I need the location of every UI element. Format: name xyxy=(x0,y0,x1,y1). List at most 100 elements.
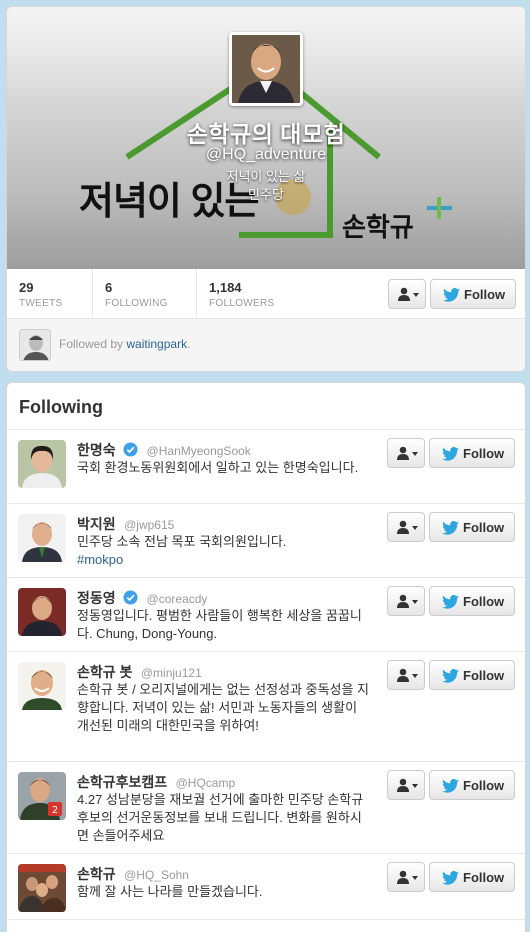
hashtag-link[interactable]: #mokpo xyxy=(77,551,369,569)
follow-button-label: Follow xyxy=(464,287,506,302)
caret-down-icon xyxy=(413,293,419,297)
twitter-bird-icon xyxy=(442,669,459,683)
user-handle[interactable]: @HQ_Sohn xyxy=(124,868,189,882)
followed-by-suffix: . xyxy=(187,337,191,351)
user-actions-button[interactable] xyxy=(387,660,425,690)
user-bio: 손학규 봇 / 오리지널에게는 없는 선정성과 중독성을 지향합니다. 저녁이 … xyxy=(77,682,370,733)
user-handle[interactable]: @HQcamp xyxy=(176,776,236,790)
user-bio: 함께 잘 사는 나라를 만들겠습니다. xyxy=(77,884,263,899)
stat-label: FOLLOWERS xyxy=(209,298,275,309)
stat-label: TWEETS xyxy=(19,298,63,309)
verified-badge-icon xyxy=(123,590,138,605)
user-actions-button[interactable] xyxy=(387,512,425,542)
follow-button[interactable]: Follow xyxy=(429,770,515,800)
user-avatar[interactable] xyxy=(18,440,66,488)
user-actions-button[interactable] xyxy=(388,279,426,309)
twitter-bird-icon xyxy=(442,447,459,461)
user-name-line: 손학규 봇 @minju121 xyxy=(77,662,202,682)
profile-bio: 저녁이 있는 삶 민주당 xyxy=(7,168,525,204)
twitter-bird-icon xyxy=(442,779,459,793)
user-row[interactable]: 손학규 봇 @minju121 손학규 봇 / 오리지널에게는 없는 선정성과 … xyxy=(7,652,525,762)
follow-button[interactable]: Follow xyxy=(429,512,515,542)
twitter-bird-icon xyxy=(442,521,459,535)
stat-followers[interactable]: 1,184 FOLLOWERS xyxy=(197,269,307,318)
user-handle[interactable]: @minju121 xyxy=(141,666,202,680)
caret-down-icon xyxy=(412,784,418,788)
user-avatar[interactable]: 2 xyxy=(18,772,66,820)
user-row[interactable]: 2 손학규후보캠프 @HQcamp 4.27 성남분당을 재보궐 선거에 출마한… xyxy=(7,762,525,854)
follow-button-label: Follow xyxy=(463,446,505,461)
user-name-line: 정동영 @coreacdy xyxy=(77,588,207,608)
user-actions-button[interactable] xyxy=(387,770,425,800)
user-icon xyxy=(397,594,409,608)
user-actions-button[interactable] xyxy=(387,862,425,892)
follow-button[interactable]: Follow xyxy=(429,660,515,690)
user-handle[interactable]: @coreacdy xyxy=(147,592,208,606)
user-row[interactable]: 손학규 @HQ_Sohn 함께 잘 사는 나라를 만들겠습니다. Follow xyxy=(7,854,525,920)
follow-button-label: Follow xyxy=(463,778,505,793)
caret-down-icon xyxy=(412,876,418,880)
profile-bio-line: 민주당 xyxy=(248,187,284,202)
follow-button[interactable]: Follow xyxy=(429,586,515,616)
follow-button[interactable]: Follow xyxy=(429,862,515,892)
user-bio-text: 민주당 소속 전남 목포 국회의원입니다. xyxy=(77,534,287,549)
follow-button-label: Follow xyxy=(463,520,505,535)
stat-label: FOLLOWING xyxy=(105,298,168,309)
followed-by-user-link[interactable]: waitingpark xyxy=(126,337,187,351)
following-list-card: Following 한명숙 @HanMyeongSook 국회 환경노동위원회에… xyxy=(6,382,526,932)
user-handle[interactable]: @jwp615 xyxy=(124,518,174,532)
user-avatar[interactable] xyxy=(18,588,66,636)
user-row[interactable]: 박지원 @jwp615 민주당 소속 전남 목포 국회의원입니다. #mokpo… xyxy=(7,504,525,578)
stat-value: 6 xyxy=(105,280,113,295)
caret-down-icon xyxy=(412,452,418,456)
followed-by-section: Followed by waitingpark. xyxy=(7,319,525,371)
user-row[interactable]: 한명숙 @HanMyeongSook 국회 환경노동위원회에서 일하고 있는 한… xyxy=(7,430,525,504)
user-name[interactable]: 정동영 xyxy=(77,590,116,606)
profile-card: 저녁이 있는 손학규 손학규의 대모험 @HQ_adventure 저녁이 있는… xyxy=(6,6,526,372)
user-avatar[interactable] xyxy=(18,514,66,562)
caret-down-icon xyxy=(412,674,418,678)
profile-handle[interactable]: @HQ_adventure xyxy=(7,146,525,164)
caret-down-icon xyxy=(412,600,418,604)
user-name[interactable]: 박지원 xyxy=(77,516,116,532)
user-icon xyxy=(397,668,409,682)
user-name[interactable]: 손학규후보캠프 xyxy=(77,774,167,790)
user-actions-button[interactable] xyxy=(387,586,425,616)
follower-avatar[interactable] xyxy=(19,329,51,361)
user-name[interactable]: 손학규 xyxy=(77,866,116,882)
user-handle[interactable]: @HanMyeongSook xyxy=(147,444,251,458)
following-title: Following xyxy=(19,397,103,417)
user-avatar[interactable] xyxy=(18,662,66,710)
svg-text:2: 2 xyxy=(52,805,58,816)
user-actions-button[interactable] xyxy=(387,438,425,468)
twitter-bird-icon xyxy=(443,288,460,302)
stat-value: 29 xyxy=(19,280,34,295)
followed-by-prefix: Followed by xyxy=(59,337,127,351)
profile-stats: 29 TWEETS 6 FOLLOWING 1,184 FOLLOWERS Fo… xyxy=(7,269,525,319)
user-icon xyxy=(397,778,409,792)
user-name[interactable]: 한명숙 xyxy=(77,442,116,458)
followed-by-text: Followed by waitingpark. xyxy=(59,337,190,351)
profile-header-banner: 저녁이 있는 손학규 손학규의 대모험 @HQ_adventure 저녁이 있는… xyxy=(7,7,525,269)
profile-name: 손학규의 대모험 xyxy=(186,121,346,147)
follow-button[interactable]: Follow xyxy=(429,438,515,468)
user-icon xyxy=(397,870,409,884)
user-row[interactable]: 정동영 @coreacdy 정동영입니다. 평범한 사람들이 행복한 세상을 꿈… xyxy=(7,578,525,652)
user-avatar[interactable] xyxy=(18,864,66,912)
twitter-bird-icon xyxy=(442,595,459,609)
user-name-line: 손학규 @HQ_Sohn xyxy=(77,864,189,884)
stat-following[interactable]: 6 FOLLOWING xyxy=(93,269,197,318)
user-icon xyxy=(397,446,409,460)
profile-avatar[interactable] xyxy=(229,32,303,106)
user-name[interactable]: 손학규 봇 xyxy=(77,664,132,680)
follow-button-label: Follow xyxy=(463,870,505,885)
twitter-bird-icon xyxy=(442,871,459,885)
stat-tweets[interactable]: 29 TWEETS xyxy=(7,269,93,318)
user-bio: 국회 환경노동위원회에서 일하고 있는 한명숙입니다. xyxy=(77,460,359,475)
banner-brand: 손학규 xyxy=(342,212,414,242)
follow-button[interactable]: Follow xyxy=(430,279,516,309)
user-name-line: 한명숙 @HanMyeongSook xyxy=(77,440,251,460)
user-bio: 정동영입니다. 평범한 사람들이 행복한 세상을 꿈꿉니다. Chung, Do… xyxy=(77,608,362,641)
user-name-line: 손학규후보캠프 @HQcamp xyxy=(77,772,235,792)
verified-badge-icon xyxy=(123,442,138,457)
